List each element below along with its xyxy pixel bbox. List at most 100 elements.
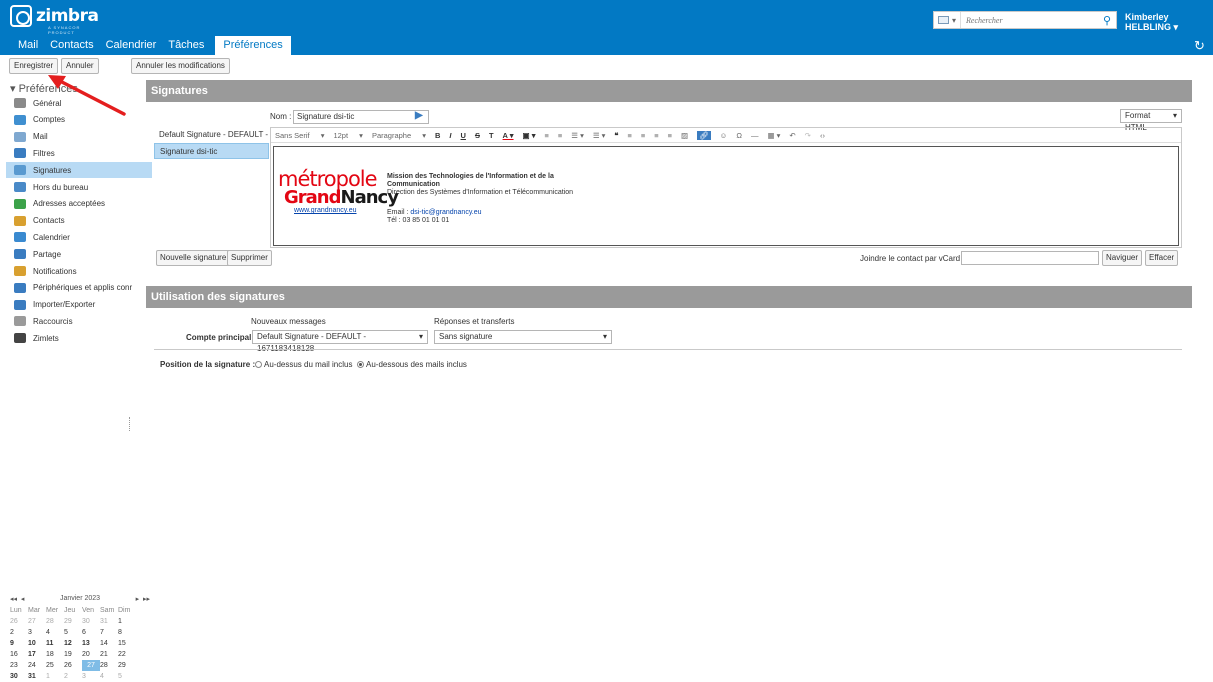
email-link[interactable]: dsi-tic@grandnancy.eu: [410, 209, 481, 216]
sidebar-item-périphériques-et-applis-conr[interactable]: Périphériques et applis conr: [6, 280, 152, 296]
calendar-day[interactable]: 8: [118, 627, 136, 638]
tab-contacts[interactable]: Contacts: [44, 36, 99, 55]
radio-above[interactable]: Au-dessus du mail inclus: [255, 360, 352, 369]
search-icon[interactable]: ⚲: [1098, 12, 1116, 28]
search-input[interactable]: [961, 13, 1098, 27]
horizontal-rule-icon[interactable]: —: [751, 131, 759, 140]
calendar-day[interactable]: 9: [10, 638, 28, 649]
sidebar-item-signatures[interactable]: Signatures: [6, 162, 152, 179]
paragraph-select[interactable]: Paragraphe ▾: [372, 131, 426, 140]
new-signature-button[interactable]: Nouvelle signature: [156, 250, 231, 266]
replies-select[interactable]: Sans signature ▾: [434, 330, 612, 344]
emoticon-icon[interactable]: ☺: [720, 131, 728, 140]
calendar-day[interactable]: 1: [46, 671, 64, 682]
align-center-icon[interactable]: ≡: [558, 131, 562, 140]
link-icon[interactable]: 🔗︎: [697, 130, 711, 140]
cancel-button[interactable]: Annuler: [61, 58, 99, 74]
calendar-day[interactable]: 24: [28, 660, 46, 671]
calendar-day[interactable]: 4: [46, 627, 64, 638]
calendar-day[interactable]: 31: [100, 616, 118, 627]
editor-content[interactable]: métropole GrandNancy www.grandnancy.eu M…: [273, 146, 1179, 246]
justify-icon[interactable]: ≡: [641, 131, 645, 140]
calendar-day[interactable]: 15: [118, 638, 136, 649]
calendar-day[interactable]: 30: [82, 616, 100, 627]
calendar-day[interactable]: 6: [82, 627, 100, 638]
source-code-icon[interactable]: ‹›: [820, 131, 825, 140]
sidebar-header[interactable]: ▾ Préférences: [10, 82, 78, 95]
calendar-day[interactable]: 4: [100, 671, 118, 682]
search-type-dropdown[interactable]: ▾: [934, 12, 962, 28]
calendar-day[interactable]: 31: [28, 671, 46, 682]
save-button[interactable]: Enregistrer: [9, 58, 59, 74]
sidebar-item-hors-du-bureau[interactable]: Hors du bureau: [6, 179, 152, 195]
calendar-day[interactable]: 14: [100, 638, 118, 649]
calendar-day[interactable]: 5: [118, 671, 136, 682]
calendar-day[interactable]: 10: [28, 638, 46, 649]
calendar-day[interactable]: 27: [28, 616, 46, 627]
sidebar-item-adresses-acceptées[interactable]: Adresses acceptées: [6, 196, 152, 212]
indent-icon[interactable]: ≡: [627, 131, 631, 140]
calendar-day[interactable]: 2: [10, 627, 28, 638]
format-select[interactable]: Format HTML ▾: [1120, 109, 1182, 132]
list-item[interactable]: Default Signature - DEFAULT - 16: [154, 127, 269, 143]
zimbra-logo[interactable]: zimbra A SYNACOR PRODUCT: [10, 5, 99, 35]
calendar-day[interactable]: 19: [64, 649, 82, 660]
tab-tasks[interactable]: Tâches: [162, 36, 210, 55]
clear-format-icon[interactable]: T: [489, 131, 494, 140]
align-left-icon[interactable]: ≡: [544, 131, 548, 140]
sidebar-item-comptes[interactable]: Comptes: [6, 112, 152, 128]
sidebar-item-contacts[interactable]: Contacts: [6, 213, 152, 229]
quote-icon[interactable]: ❝: [614, 131, 618, 140]
refresh-icon[interactable]: ↻: [1194, 38, 1205, 54]
user-menu[interactable]: Kimberley HELBLING ▾: [1125, 12, 1213, 33]
font-size-select[interactable]: 12pt ▾: [333, 131, 362, 140]
sidebar-item-calendrier[interactable]: Calendrier: [6, 229, 152, 245]
calendar-day[interactable]: 2: [64, 671, 82, 682]
undo-icon[interactable]: ↶: [789, 131, 795, 140]
sidebar-item-filtres[interactable]: Filtres: [6, 145, 152, 161]
highlight-icon[interactable]: ▣ ▾: [523, 131, 536, 140]
sidebar-item-zimlets[interactable]: Zimlets: [6, 330, 152, 346]
calendar-day[interactable]: 29: [64, 616, 82, 627]
justify-full-icon[interactable]: ≡: [668, 131, 672, 140]
italic-icon[interactable]: I: [449, 131, 451, 140]
bullet-list-icon[interactable]: ☰ ▾: [571, 131, 584, 140]
browse-button[interactable]: Naviguer: [1102, 250, 1143, 266]
resize-handle[interactable]: [129, 417, 131, 431]
calendar-day[interactable]: 21: [100, 649, 118, 660]
underline-icon[interactable]: U: [461, 131, 466, 140]
signature-name-field[interactable]: Signature dsi-tic: [293, 110, 429, 124]
vcard-field[interactable]: [961, 251, 1099, 265]
vcard-icon[interactable]: ▶: [415, 110, 425, 122]
calendar-day[interactable]: 30: [10, 671, 28, 682]
numbered-list-icon[interactable]: ☰ ▾: [593, 131, 606, 140]
sidebar-item-général[interactable]: Général: [6, 95, 152, 111]
calendar-day[interactable]: 26: [10, 616, 28, 627]
calendar-day[interactable]: 23: [10, 660, 28, 671]
sidebar-item-importer-exporter[interactable]: Importer/Exporter: [6, 297, 152, 313]
new-messages-select[interactable]: Default Signature - DEFAULT - 1671183418…: [252, 330, 428, 353]
delete-signature-button[interactable]: Supprimer: [227, 250, 272, 266]
strikethrough-icon[interactable]: S: [475, 131, 480, 140]
calendar-day[interactable]: 27: [82, 660, 100, 671]
tab-mail[interactable]: Mail: [0, 36, 44, 55]
sidebar-item-raccourcis[interactable]: Raccourcis: [6, 313, 152, 329]
calendar-day[interactable]: 16: [10, 649, 28, 660]
calendar-day[interactable]: 22: [118, 649, 136, 660]
tab-preferences[interactable]: Préférences: [215, 36, 291, 55]
calendar-day[interactable]: 3: [28, 627, 46, 638]
text-color-icon[interactable]: A ▾: [503, 131, 514, 140]
sidebar-item-notifications[interactable]: Notifications: [6, 263, 152, 279]
calendar-day[interactable]: 18: [46, 649, 64, 660]
calendar-day[interactable]: 12: [64, 638, 82, 649]
calendar-day[interactable]: 29: [118, 660, 136, 671]
image-icon[interactable]: ▨: [681, 131, 688, 140]
calendar-day[interactable]: 7: [100, 627, 118, 638]
font-family-select[interactable]: Sans Serif ▾: [275, 131, 324, 140]
calendar-day[interactable]: 26: [64, 660, 82, 671]
prev-year-icon[interactable]: ◂◂ ◂: [10, 595, 24, 605]
calendar-day[interactable]: 28: [46, 616, 64, 627]
outdent-icon[interactable]: ≡: [654, 131, 658, 140]
clear-button[interactable]: Effacer: [1145, 250, 1179, 266]
redo-icon[interactable]: ↷: [805, 131, 811, 140]
